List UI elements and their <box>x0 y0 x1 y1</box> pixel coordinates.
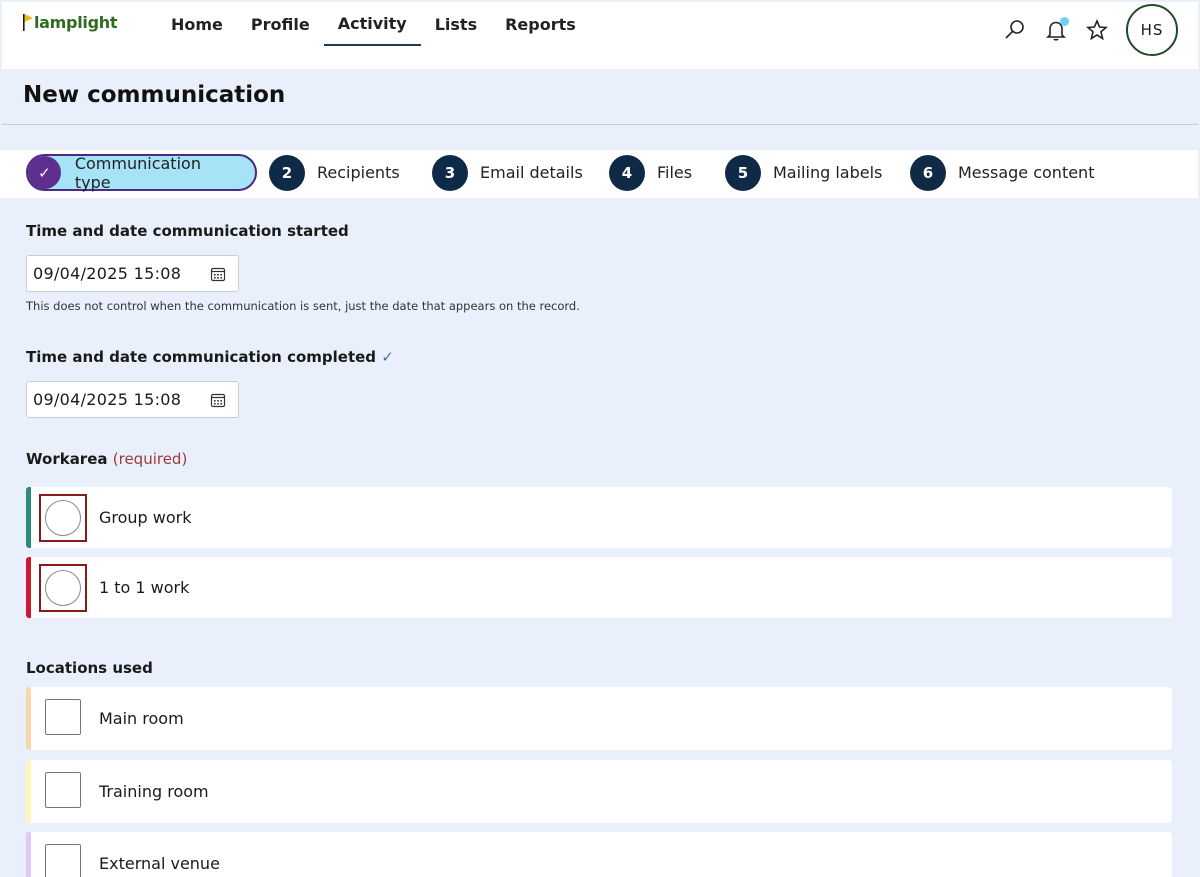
workarea-option-group-work[interactable]: Group work <box>26 487 1172 548</box>
step-number: 4 <box>609 154 645 191</box>
workarea-option-1to1-work[interactable]: 1 to 1 work <box>26 557 1172 618</box>
started-datetime-input[interactable]: 09/04/2025 15:08 <box>26 255 239 292</box>
lamp-icon <box>22 12 33 32</box>
step-communication-type[interactable]: ✓ Communication type <box>26 153 257 192</box>
step-number: 2 <box>269 154 305 191</box>
step-mailing-labels[interactable]: 5 Mailing labels <box>725 154 882 191</box>
location-option-external-venue[interactable]: External venue <box>26 832 1172 877</box>
required-marker: (required) <box>112 450 188 468</box>
calendar-icon[interactable] <box>210 392 226 412</box>
step-recipients[interactable]: 2 Recipients <box>269 154 400 191</box>
nav-lists[interactable]: Lists <box>421 2 491 46</box>
color-bar <box>26 832 31 877</box>
step-label: Recipients <box>317 163 400 182</box>
step-label: Email details <box>480 163 583 182</box>
color-bar <box>26 487 31 548</box>
option-label: Training room <box>99 782 209 801</box>
step-number: 6 <box>910 154 946 191</box>
color-bar <box>26 687 31 750</box>
location-option-main-room[interactable]: Main room <box>26 687 1172 750</box>
lamplight-logo[interactable]: lamplight <box>22 12 117 32</box>
brand-name: lamplight <box>34 13 118 32</box>
step-message-content[interactable]: 6 Message content <box>910 154 1094 191</box>
option-label: External venue <box>99 854 220 873</box>
step-label: Mailing labels <box>773 163 883 182</box>
top-actions: HS <box>989 2 1178 58</box>
step-label: Message content <box>958 163 1095 182</box>
started-label: Time and date communication started <box>26 222 349 240</box>
top-navigation-bar: lamplight Home Profile Activity Lists Re… <box>2 2 1198 69</box>
workarea-label-text: Workarea <box>26 450 108 468</box>
search-icon[interactable] <box>1000 15 1030 45</box>
page-title: New communication <box>23 82 286 108</box>
user-avatar[interactable]: HS <box>1126 4 1178 56</box>
step-number: 5 <box>725 154 761 191</box>
page-header: New communication <box>2 69 1198 125</box>
location-option-training-room[interactable]: Training room <box>26 760 1172 823</box>
step-label: Files <box>657 163 693 182</box>
wizard-stepper: ✓ Communication type 2 Recipients 3 Emai… <box>0 150 1198 198</box>
step-files[interactable]: 4 Files <box>609 154 692 191</box>
option-label: Group work <box>99 508 192 527</box>
check-icon: ✓ <box>28 156 61 189</box>
star-icon[interactable] <box>1082 15 1112 45</box>
completed-label: Time and date communication completed ✓ <box>26 348 394 366</box>
calendar-icon[interactable] <box>210 266 226 286</box>
option-label: Main room <box>99 709 184 728</box>
bell-icon[interactable] <box>1041 15 1071 45</box>
checkbox[interactable] <box>45 772 81 808</box>
completed-label-text: Time and date communication completed <box>26 348 377 366</box>
radio-button[interactable] <box>45 500 81 536</box>
nav-home[interactable]: Home <box>157 2 237 46</box>
started-hint: This does not control when the communica… <box>26 299 580 313</box>
nav-profile[interactable]: Profile <box>237 2 324 46</box>
step-email-details[interactable]: 3 Email details <box>432 154 583 191</box>
step-label: Communication type <box>74 153 201 192</box>
locations-label: Locations used <box>26 659 153 677</box>
color-bar <box>26 760 31 823</box>
radio-button[interactable] <box>45 570 81 606</box>
main-nav: Home Profile Activity Lists Reports <box>157 2 590 69</box>
completed-value: 09/04/2025 15:08 <box>33 390 182 409</box>
option-label: 1 to 1 work <box>99 578 190 597</box>
completed-datetime-input[interactable]: 09/04/2025 15:08 <box>26 381 239 418</box>
radio-focus-outline <box>39 494 87 542</box>
nav-reports[interactable]: Reports <box>491 2 590 46</box>
checkbox[interactable] <box>45 844 81 877</box>
workarea-label: Workarea (required) <box>26 450 187 468</box>
checkmark-icon: ✓ <box>381 348 394 366</box>
step-number: 3 <box>432 154 468 191</box>
radio-focus-outline <box>39 564 87 612</box>
nav-activity[interactable]: Activity <box>323 2 421 46</box>
checkbox[interactable] <box>45 699 81 735</box>
color-bar <box>26 557 31 618</box>
started-value: 09/04/2025 15:08 <box>33 264 182 283</box>
notification-dot <box>1060 17 1069 26</box>
